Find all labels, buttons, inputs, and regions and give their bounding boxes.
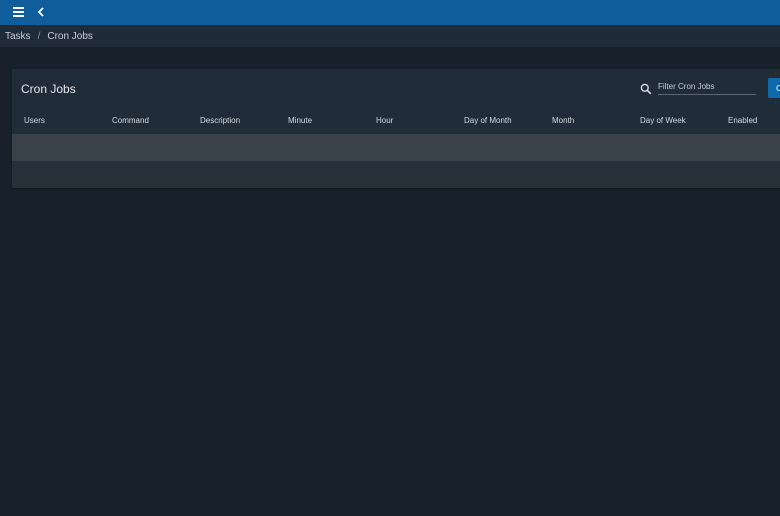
breadcrumb: Tasks / Cron Jobs [0,25,780,47]
table-row [12,161,780,188]
breadcrumb-cron-jobs: Cron Jobs [47,31,93,42]
filter-cron-jobs-input[interactable] [658,79,756,95]
column-header-users[interactable]: Users [24,116,45,125]
column-header-day-of-week[interactable]: Day of Week [640,116,686,125]
chevron-left-icon[interactable] [34,3,48,21]
column-header-minute[interactable]: Minute [288,116,312,125]
table-row [12,134,780,161]
breadcrumb-tasks[interactable]: Tasks [5,31,31,42]
add-cron-job-button[interactable]: C [768,78,780,98]
column-header-command[interactable]: Command [112,116,149,125]
cron-jobs-card: Cron Jobs C Users Command Description Mi… [12,69,780,188]
breadcrumb-separator: / [37,31,41,42]
hamburger-menu-icon[interactable] [8,3,28,21]
column-header-description[interactable]: Description [200,116,240,125]
column-header-month[interactable]: Month [552,116,574,125]
table-header: Users Command Description Minute Hour Da… [12,106,780,133]
column-header-day-of-month[interactable]: Day of Month [464,116,512,125]
filter-field [640,79,758,96]
column-header-enabled[interactable]: Enabled [728,116,757,125]
top-toolbar [0,0,780,25]
search-icon [640,82,652,95]
column-header-hour[interactable]: Hour [376,116,393,125]
page-title: Cron Jobs [21,82,76,96]
